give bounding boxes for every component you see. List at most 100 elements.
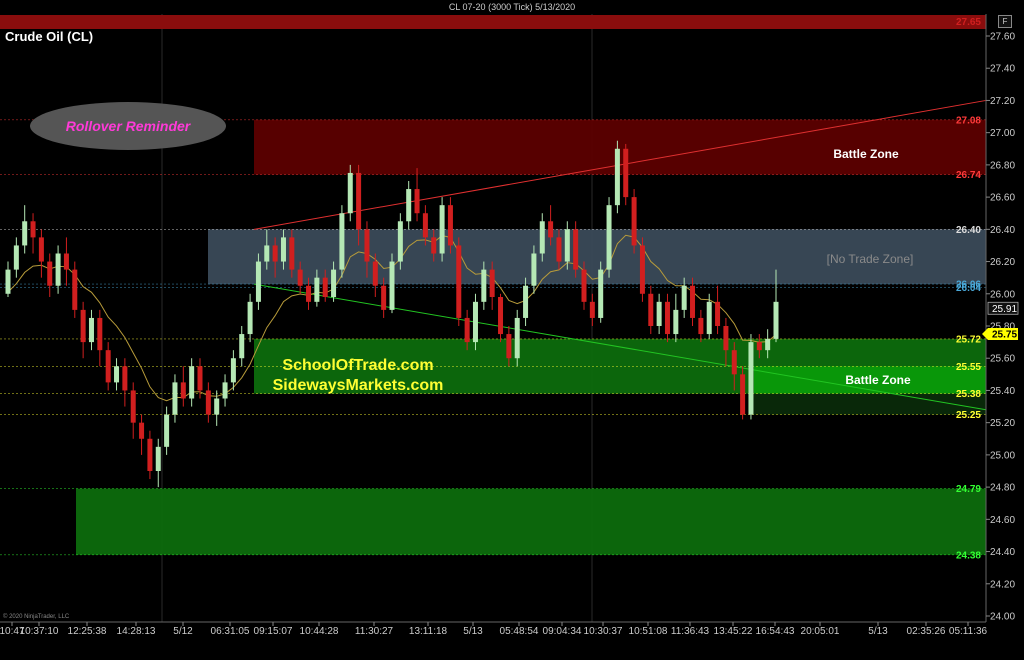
candle-body [314, 277, 320, 302]
candle-body [280, 237, 286, 262]
level-label: 25.38 [956, 389, 981, 400]
candle-body [723, 326, 729, 351]
x-tick-label: 09:04:34 [543, 626, 582, 637]
y-tick-label: 24.00 [990, 612, 1015, 623]
candle-body [715, 301, 721, 326]
candle-body [5, 269, 11, 294]
candle-body [748, 342, 754, 415]
candle-body [189, 366, 195, 399]
candle-body [656, 301, 662, 326]
y-tick-label: 24.80 [990, 483, 1015, 494]
candle-body [356, 172, 362, 230]
candle-body [706, 301, 712, 335]
x-tick-label: 09:15:07 [254, 626, 293, 637]
rollover-reminder-text: Rollover Reminder [66, 118, 192, 134]
candle-body [765, 338, 771, 351]
y-tick-label: 27.20 [990, 96, 1015, 107]
copyright-text: © 2020 NinjaTrader, LLC [3, 613, 70, 620]
candle-body [489, 269, 495, 297]
candle-body [614, 148, 620, 206]
candle-body [80, 309, 86, 343]
y-tick-label: 25.20 [990, 418, 1015, 429]
candle-body [381, 285, 387, 310]
candle-body [139, 422, 145, 439]
candle-body [297, 269, 303, 286]
x-tick-label: 13:45:22 [714, 626, 753, 637]
zone-green-5 [76, 488, 986, 555]
level-label: 25.55 [956, 362, 981, 373]
candle-body [147, 438, 153, 471]
candle-body [114, 366, 120, 383]
candle-body [130, 390, 136, 423]
candle-body [63, 253, 69, 270]
candle-body [322, 277, 328, 297]
level-label: 24.38 [956, 550, 981, 561]
level-label: 26.40 [956, 225, 981, 236]
candle-body [105, 350, 111, 383]
candle-body [481, 269, 487, 302]
x-tick-label: 20:05:01 [801, 626, 840, 637]
y-tick-label: 26.60 [990, 193, 1015, 204]
site-label-2: SidewaysMarkets.com [273, 377, 444, 394]
candle-body [47, 261, 53, 286]
level-label: 27.08 [956, 115, 981, 126]
level-label: 24.79 [956, 484, 981, 495]
x-tick-label: 16:54:43 [756, 626, 795, 637]
candle-body [648, 293, 654, 326]
battle-zone-bottom-label: Battle Zone [845, 373, 911, 387]
x-tick-label: 10:44:28 [300, 626, 339, 637]
y-tick-label: 24.20 [990, 579, 1015, 590]
y-tick-label: 25.60 [990, 354, 1015, 365]
x-tick-label: 5/12 [173, 626, 193, 637]
battle-zone-top-label: Battle Zone [833, 147, 899, 161]
candle-body [347, 172, 353, 214]
candle-body [439, 205, 445, 254]
candle-body [589, 301, 595, 318]
candle-body [698, 317, 704, 335]
instrument-label: Crude Oil (CL) [5, 29, 93, 44]
candle-body [531, 253, 537, 286]
candle-body [331, 269, 337, 297]
candle-body [606, 205, 612, 270]
x-tick-label: 11:36:43 [671, 626, 710, 637]
x-tick-label: 12:25:38 [68, 626, 107, 637]
candle-body [247, 301, 253, 335]
level-label: 26.74 [956, 170, 981, 181]
x-tick-label: 05:11:36 [949, 626, 988, 637]
y-tick-label: 24.60 [990, 515, 1015, 526]
candle-body [581, 269, 587, 302]
candle-body [690, 285, 696, 318]
candle-body [548, 221, 554, 238]
y-tick-label: 25.40 [990, 386, 1015, 397]
y-tick-label: 27.40 [990, 64, 1015, 75]
candle-body [673, 309, 679, 335]
candle-body [514, 317, 520, 359]
candle-body [539, 221, 545, 254]
candle-body [372, 261, 378, 286]
x-tick-label: 10:51:08 [629, 626, 668, 637]
y-tick-label: 27.00 [990, 128, 1015, 139]
candle-body [197, 366, 203, 391]
y-tick-label: 25.00 [990, 450, 1015, 461]
candle-body [556, 237, 562, 262]
candle-body [164, 414, 170, 447]
no-trade-zone-label: [No Trade Zone] [827, 252, 914, 266]
candle-body [13, 245, 19, 270]
candle-body [564, 229, 570, 262]
candle-body [122, 366, 128, 391]
candle-body [639, 245, 645, 294]
candle-body [88, 317, 94, 343]
price-chart[interactable]: Rollover Reminder SchoolOfTrade.com Sidewa… [0, 0, 1024, 660]
candle-body [22, 221, 28, 246]
candle-body [756, 342, 762, 351]
candle-body [55, 253, 61, 286]
x-tick-label: 5/13 [868, 626, 888, 637]
y-tick-label: 27.60 [990, 32, 1015, 43]
x-tick-label: 05:48:54 [500, 626, 539, 637]
candle-body [406, 189, 412, 222]
candle-body [631, 197, 637, 246]
candle-body [222, 382, 228, 399]
candle-body [598, 269, 604, 318]
candle-body [397, 221, 403, 262]
candle-body [230, 358, 236, 383]
